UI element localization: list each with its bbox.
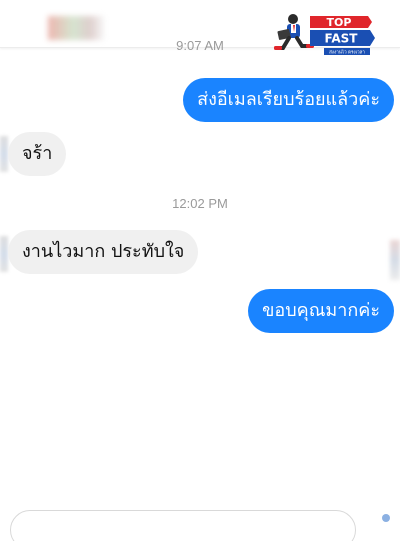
message-bubble-outgoing[interactable]: ส่งอีเมลเรียบร้อยแล้วค่ะ (183, 78, 394, 122)
logo-line1: TOP (327, 16, 352, 29)
blurred-sender-avatar (0, 136, 8, 172)
blurred-edge-artifact (390, 240, 400, 280)
logo-tagline: ส่งงานไว ตรงเวลา (329, 50, 365, 56)
top-fast-logo: TOP FAST ส่งงานไว ตรงเวลา (274, 14, 375, 56)
timestamp-middle: 12:02 PM (172, 196, 228, 211)
message-bubble-outgoing[interactable]: ขอบคุณมากค่ะ (248, 289, 394, 333)
runner-icon (274, 14, 314, 50)
logo-line2: FAST (325, 32, 359, 46)
message-bubble-incoming[interactable]: งานไวมาก ประทับใจ (8, 230, 199, 274)
send-icon[interactable] (382, 514, 390, 522)
blurred-header-avatar (48, 16, 104, 40)
message-input[interactable] (10, 510, 356, 541)
message-bubble-incoming[interactable]: จร้า (8, 132, 67, 176)
blurred-sender-avatar (0, 236, 8, 272)
